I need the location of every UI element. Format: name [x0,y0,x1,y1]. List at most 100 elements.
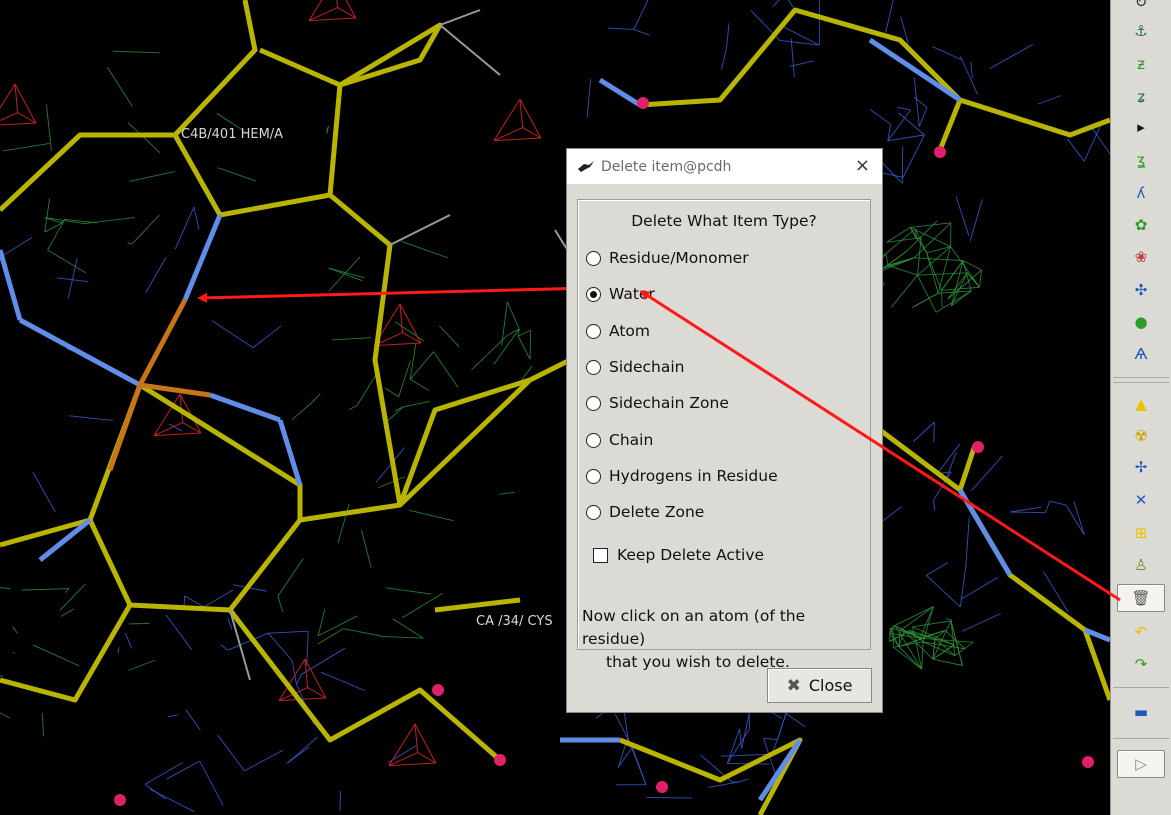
expand-arrow-icon[interactable]: ▸ [1117,113,1165,141]
option-water[interactable]: Water [586,282,655,306]
radio-delete-zone[interactable] [586,504,601,520]
torsion-icon[interactable]: ✣ [1117,276,1165,304]
toolbar-separator [1113,377,1169,378]
nitrogen-bond [18,317,142,388]
atom-label-cys: CA /34/ CYS [476,614,553,629]
play-icon[interactable]: ▷ [1117,750,1165,778]
mutate-icon[interactable]: ❀ [1117,243,1165,271]
toolbar-separator [1113,687,1169,688]
nitrogen-bond [868,37,962,103]
radio-water[interactable] [586,286,601,302]
close-button[interactable]: ✖ Close [767,668,872,703]
delete-trash-icon[interactable]: 🗑 [1117,584,1165,612]
item-type-frame: Delete What Item Type? Residue/Monomer W… [577,199,871,671]
density-mesh [117,584,417,813]
nitrogen-bond [0,249,23,321]
radiation-icon[interactable]: ☢ [1117,422,1165,450]
density-map-scene[interactable] [0,0,1110,815]
option-delete-zone[interactable]: Delete Zone [586,500,704,524]
backbone-bond [173,0,258,137]
add-alt-conf-icon[interactable]: ✕ [1117,486,1165,514]
radio-sidechain-zone[interactable] [586,395,601,411]
nitrogen-bond [598,77,642,108]
add-residue-icon[interactable]: ⊞ [1117,519,1165,547]
density-mesh [847,421,1085,632]
keep-delete-active[interactable]: Keep Delete Active [593,543,764,567]
option-sidechain-zone[interactable]: Sidechain Zone [586,391,729,415]
refine-icon[interactable]: ʑ [1117,83,1165,111]
atom-label-hem: C4B/401 HEM/A [181,127,284,142]
option-sidechain[interactable]: Sidechain [586,355,685,379]
right-toolbar: ↻ ⚓ ƶ ʑ ▸ ʓ ʎ ✿ ❀ ✣ ● Ѧ ▲ ☢ ✢ ✕ ⊞ ♙ 🗑 ↶ ↷ ▬ ▷ [1110,0,1171,815]
toolbar-separator [1113,738,1169,739]
difference-map [493,98,542,142]
keep-delete-active-checkbox[interactable] [593,547,608,563]
option-label: Chain [609,431,654,449]
undo-icon[interactable]: ↶ [1117,618,1165,646]
density-mesh [856,43,1110,241]
oxygen-atom [1082,756,1094,768]
radio-sidechain[interactable] [586,359,601,375]
molecular-viewport[interactable]: C4B/401 HEM/A CA /34/ CYS [0,0,1110,815]
frame-title: Delete What Item Type? [631,212,817,230]
nitrogen-bond [209,392,281,423]
radio-chain[interactable] [586,432,601,448]
cis-trans-icon[interactable]: Ѧ [1117,340,1165,368]
close-x-icon: ✖ [786,675,801,696]
density-mesh [328,240,533,411]
oxygen-atom [494,754,506,766]
oxygen-atom [114,794,126,806]
hint-line-1: Now click on an atom (of the residue) [582,607,806,648]
annotation-arrow [197,286,591,303]
flip-peptide-icon[interactable]: ʓ [1117,146,1165,174]
clear-icon[interactable]: ♙ [1117,551,1165,579]
oxygen-atom [637,97,649,109]
option-label: Hydrogens in Residue [609,467,778,485]
backbone-bond [878,428,1110,701]
oxygen-atom [934,146,946,158]
backbone-bond [0,132,175,212]
option-atom[interactable]: Atom [586,319,650,343]
hydrogen-bond [439,9,481,26]
redo-icon[interactable]: ↷ [1117,650,1165,678]
nitrogen-bond [182,214,223,301]
difference-map [388,723,437,767]
option-hydrogens-in-residue[interactable]: Hydrogens in Residue [586,464,778,488]
option-label: Delete Zone [609,503,705,521]
option-chain[interactable]: Chain [586,428,653,452]
backbone-bond [434,597,521,613]
side-chain-icon[interactable]: ʎ [1117,179,1165,207]
app-bird-icon [578,160,594,172]
close-button-label: Close [808,676,853,695]
rotate-icon[interactable]: ↻ [1117,0,1165,16]
add-terminal-icon[interactable]: ▲ [1117,390,1165,418]
option-label: Residue/Monomer [609,249,749,267]
window-close-icon[interactable]: × [855,157,870,175]
instruction-text: Now click on an atom (of the residue) th… [582,605,872,674]
backbone-bond [0,384,143,548]
toolbar-separator [1113,382,1169,383]
hydrogen-bond [439,24,501,76]
radio-hydrogens-in-residue[interactable] [586,468,601,484]
backbone-bond [138,382,303,520]
nitrogen-bond [957,488,1013,577]
option-label: Sidechain [609,358,685,376]
option-residue-monomer[interactable]: Residue/Monomer [586,246,749,270]
oxygen-atom [656,781,668,793]
option-label: Atom [609,322,650,340]
density-mesh [872,220,982,313]
rotamer-icon[interactable]: ƶ [1117,50,1165,78]
add-atom-icon[interactable]: ✢ [1117,453,1165,481]
backbone-bond [258,22,572,508]
dialog-titlebar[interactable]: Delete item@pcdh × [567,149,882,184]
keep-delete-active-label: Keep Delete Active [617,546,765,564]
radio-residue-monomer[interactable] [586,250,601,266]
radio-atom[interactable] [586,323,601,339]
backbone-bond [0,603,133,703]
color-bar-icon[interactable]: ▬ [1117,698,1165,726]
auto-fit-rotamer-icon[interactable]: ✿ [1117,211,1165,239]
option-label: Sidechain Zone [609,394,729,412]
hydrogen-bond [389,214,451,246]
side-icon[interactable]: ● [1117,308,1165,336]
anchor-icon[interactable]: ⚓ [1117,17,1165,45]
